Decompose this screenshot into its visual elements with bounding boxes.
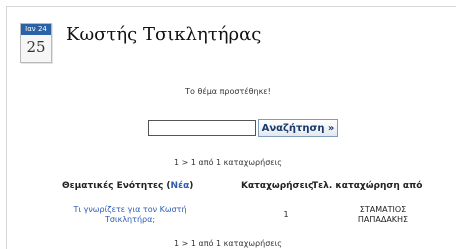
new-topic-link[interactable]: Νέα bbox=[171, 181, 190, 191]
table-row-entries: 1 bbox=[283, 210, 289, 219]
column-header-topics: Θεματικές Ενότητες (Νέα) bbox=[62, 181, 193, 191]
last-entry-line1: ΣΤΑΜΑΤΙΟΣ bbox=[359, 205, 407, 214]
search-button[interactable]: Αναζήτηση » bbox=[258, 119, 338, 137]
last-entry-line2: ΠΑΠΑΔΑΚΗΣ bbox=[357, 215, 409, 224]
topic-link-line1[interactable]: Τι γνωρίζετε για τον Κωστή bbox=[73, 205, 186, 214]
pagination-summary-top: 1 > 1 από 1 καταχωρήσεις bbox=[173, 158, 282, 167]
status-message: Το θέμα προστέθηκε! bbox=[185, 87, 271, 96]
search-input[interactable] bbox=[148, 120, 256, 136]
table-row-last-entry: ΣΤΑΜΑΤΙΟΣ ΠΑΠΑΔΑΚΗΣ bbox=[343, 205, 423, 225]
column-header-entries: Καταχωρήσεις bbox=[241, 181, 314, 191]
column-header-topics-label: Θεματικές Ενότητες ( bbox=[62, 181, 171, 191]
column-header-last-entry: Τελ. καταχώρηση από bbox=[312, 181, 423, 191]
column-header-topics-close: ) bbox=[189, 181, 194, 191]
page-title: Κωστής Τσικλητήρας bbox=[66, 24, 262, 45]
calendar-icon: Ιαν 24 25 bbox=[20, 23, 52, 63]
table-row-topic[interactable]: Τι γνωρίζετε για τον Κωστή Τσικλητήρα; bbox=[60, 205, 200, 225]
topic-link[interactable]: Τι γνωρίζετε για τον Κωστή Τσικλητήρα; bbox=[73, 205, 186, 224]
calendar-day: 25 bbox=[26, 38, 46, 56]
topic-link-line2[interactable]: Τσικλητήρα; bbox=[105, 215, 155, 224]
calendar-month: Ιαν 24 bbox=[21, 24, 51, 35]
pagination-summary-bottom: 1 > 1 από 1 καταχωρήσεις bbox=[173, 239, 282, 248]
